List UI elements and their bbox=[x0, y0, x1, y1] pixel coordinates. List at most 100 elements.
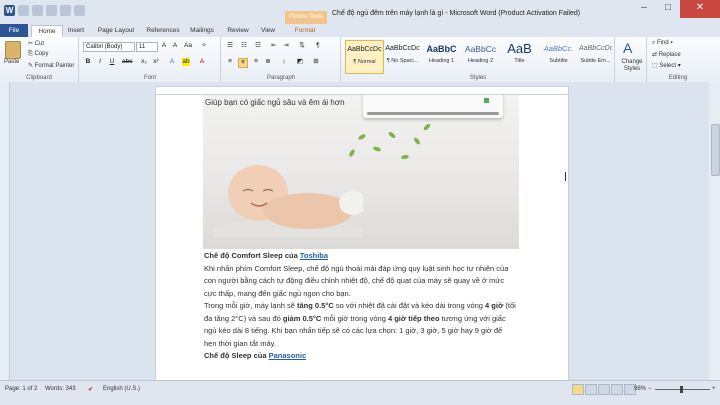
zoom-out-icon[interactable]: − bbox=[648, 386, 652, 392]
scrollbar-thumb[interactable] bbox=[711, 124, 720, 176]
show-marks-icon[interactable]: ¶ bbox=[314, 42, 322, 50]
close-button[interactable]: ✕ bbox=[680, 0, 720, 18]
style-no-spacing[interactable]: AaBbCcDc ¶ No Spaci... bbox=[384, 40, 421, 72]
redo-icon[interactable] bbox=[46, 5, 57, 16]
subscript-icon[interactable]: x₂ bbox=[140, 58, 148, 66]
word-count[interactable]: Words: 343 bbox=[45, 386, 76, 392]
web-layout-view-icon[interactable] bbox=[598, 384, 610, 395]
heading-text: Chế độ Sleep của bbox=[204, 351, 269, 360]
outline-view-icon[interactable] bbox=[611, 384, 623, 395]
line-spacing-icon[interactable]: ↕ bbox=[280, 58, 288, 66]
highlight-icon[interactable]: ab bbox=[182, 58, 190, 66]
style-subtitle[interactable]: AaBbCc. Subtitle bbox=[540, 40, 577, 72]
justify-icon[interactable]: ≣ bbox=[264, 58, 272, 66]
leaf-graphic bbox=[422, 122, 432, 132]
align-right-icon[interactable]: ≡ bbox=[252, 58, 260, 66]
tab-file[interactable]: File bbox=[0, 24, 28, 37]
sort-icon[interactable]: ⇅ bbox=[298, 42, 306, 50]
picture-tools-context: Picture Tools bbox=[285, 11, 327, 24]
copy-label: Copy bbox=[34, 51, 49, 57]
undo-icon[interactable] bbox=[32, 5, 43, 16]
text-effects-icon[interactable]: A bbox=[168, 58, 176, 66]
tab-mailings[interactable]: Mailings bbox=[186, 25, 218, 37]
tab-format[interactable]: Format bbox=[286, 25, 324, 37]
styles-group: AaBbCcDc ¶ Normal AaBbCcDc ¶ No Spaci...… bbox=[342, 37, 615, 82]
document-image[interactable]: Giúp bạn có giấc ngủ sâu và êm ái hơn bbox=[203, 95, 519, 249]
copy-button[interactable]: ⎘ Copy bbox=[28, 51, 49, 58]
zoom-level[interactable]: 98% bbox=[634, 386, 646, 392]
tab-insert[interactable]: Insert bbox=[63, 25, 89, 37]
grow-font-icon[interactable]: A bbox=[160, 42, 168, 50]
style-preview: AaBbCcDc bbox=[347, 46, 382, 53]
style-heading-2[interactable]: AaBbCc Heading 2 bbox=[462, 40, 499, 72]
replace-label: Replace bbox=[658, 52, 681, 58]
document-body[interactable]: Chế độ Comfort Sleep của Toshiba Khi nhấ… bbox=[204, 250, 516, 363]
style-heading-1[interactable]: AaBbC Heading 1 bbox=[423, 40, 460, 72]
zoom-in-icon[interactable]: + bbox=[712, 386, 716, 392]
paragraph-label: Paragraph bbox=[266, 75, 296, 81]
increase-indent-icon[interactable]: ⇥ bbox=[282, 42, 290, 50]
shrink-font-icon[interactable]: A bbox=[171, 42, 179, 50]
full-screen-view-icon[interactable] bbox=[585, 384, 597, 395]
change-styles-icon[interactable]: A bbox=[623, 40, 632, 56]
text-run-bold: 4 giờ bbox=[485, 301, 504, 310]
decrease-indent-icon[interactable]: ⇤ bbox=[270, 42, 278, 50]
tab-page-layout[interactable]: Page Layout bbox=[93, 25, 139, 37]
style-title[interactable]: AaB Title bbox=[501, 40, 538, 72]
style-name: Heading 2 bbox=[467, 58, 494, 64]
font-size-box[interactable]: 11 bbox=[136, 42, 158, 52]
ribbon-tabs: File Home Insert Page Layout References … bbox=[0, 24, 720, 38]
format-painter-button[interactable]: ✎ Format Painter bbox=[28, 62, 74, 69]
italic-button[interactable]: I bbox=[96, 58, 104, 66]
bullets-icon[interactable]: ☰ bbox=[226, 42, 234, 50]
toshiba-link[interactable]: Toshiba bbox=[300, 251, 328, 260]
find-button[interactable]: ⌕ Find ▾ bbox=[652, 40, 673, 47]
save-icon[interactable] bbox=[18, 5, 29, 16]
language-indicator[interactable]: English (U.S.) bbox=[103, 386, 140, 392]
style-subtle-emphasis[interactable]: AaBbCcDc Subtle Em... bbox=[579, 40, 612, 72]
change-styles-button[interactable]: Change Styles bbox=[619, 59, 645, 73]
font-color-icon[interactable]: A bbox=[198, 58, 206, 66]
tab-references[interactable]: References bbox=[143, 25, 183, 37]
underline-button[interactable]: U bbox=[108, 58, 116, 66]
print-layout-view-icon[interactable] bbox=[572, 384, 584, 395]
numbering-icon[interactable]: ☷ bbox=[240, 42, 248, 50]
replace-button[interactable]: ⇄ Replace bbox=[652, 51, 681, 58]
style-preview: AaBbCcDc bbox=[579, 45, 612, 52]
style-name: Subtitle bbox=[549, 58, 568, 64]
open-icon[interactable] bbox=[60, 5, 71, 16]
multilevel-icon[interactable]: ☲ bbox=[254, 42, 262, 50]
style-normal[interactable]: AaBbCcDc ¶ Normal bbox=[345, 40, 384, 74]
horizontal-ruler[interactable] bbox=[155, 86, 569, 95]
zoom-slider-knob[interactable] bbox=[680, 386, 683, 393]
borders-icon[interactable]: ⊞ bbox=[312, 58, 320, 66]
leaf-graphic bbox=[372, 145, 382, 153]
superscript-icon[interactable]: x² bbox=[152, 58, 160, 66]
minimize-button[interactable]: – bbox=[632, 0, 656, 18]
change-case-icon[interactable]: Aa bbox=[184, 42, 192, 50]
align-left-icon[interactable]: ≡ bbox=[226, 58, 234, 66]
cut-button[interactable]: ✂ Cut bbox=[28, 40, 44, 47]
tab-review[interactable]: Review bbox=[224, 25, 252, 37]
proofing-icon[interactable]: ✔ bbox=[88, 386, 93, 393]
shading-icon[interactable]: ◩ bbox=[296, 58, 304, 66]
select-button[interactable]: ⬚ Select ▾ bbox=[652, 62, 681, 69]
page-count[interactable]: Page: 1 of 2 bbox=[5, 386, 37, 392]
font-name-box[interactable]: Calibri (Body) bbox=[83, 42, 135, 52]
maximize-button[interactable]: □ bbox=[656, 0, 680, 18]
paragraph-temperature: Trong mỗi giờ, máy lạnh sẽ tăng 0.5°C so… bbox=[204, 300, 516, 350]
tab-view[interactable]: View bbox=[256, 25, 280, 37]
panasonic-link[interactable]: Panasonic bbox=[269, 351, 307, 360]
style-preview: AaBbCcDc bbox=[385, 45, 420, 52]
bold-button[interactable]: B bbox=[84, 58, 92, 66]
strikethrough-icon[interactable]: abc bbox=[122, 58, 132, 66]
clear-format-icon[interactable]: ✧ bbox=[200, 42, 208, 50]
paragraph-comfort-sleep: Khi nhấn phím Comfort Sleep, chế độ ngủ … bbox=[204, 263, 509, 298]
paste-button[interactable]: Paste bbox=[4, 59, 19, 65]
vertical-scrollbar[interactable] bbox=[709, 82, 720, 380]
editing-label: Editing bbox=[668, 75, 688, 81]
word-logo-icon[interactable]: W bbox=[4, 5, 15, 16]
customize-qat-icon[interactable] bbox=[74, 5, 85, 16]
paste-icon[interactable] bbox=[5, 41, 21, 59]
align-center-icon[interactable]: ≡ bbox=[238, 58, 248, 68]
